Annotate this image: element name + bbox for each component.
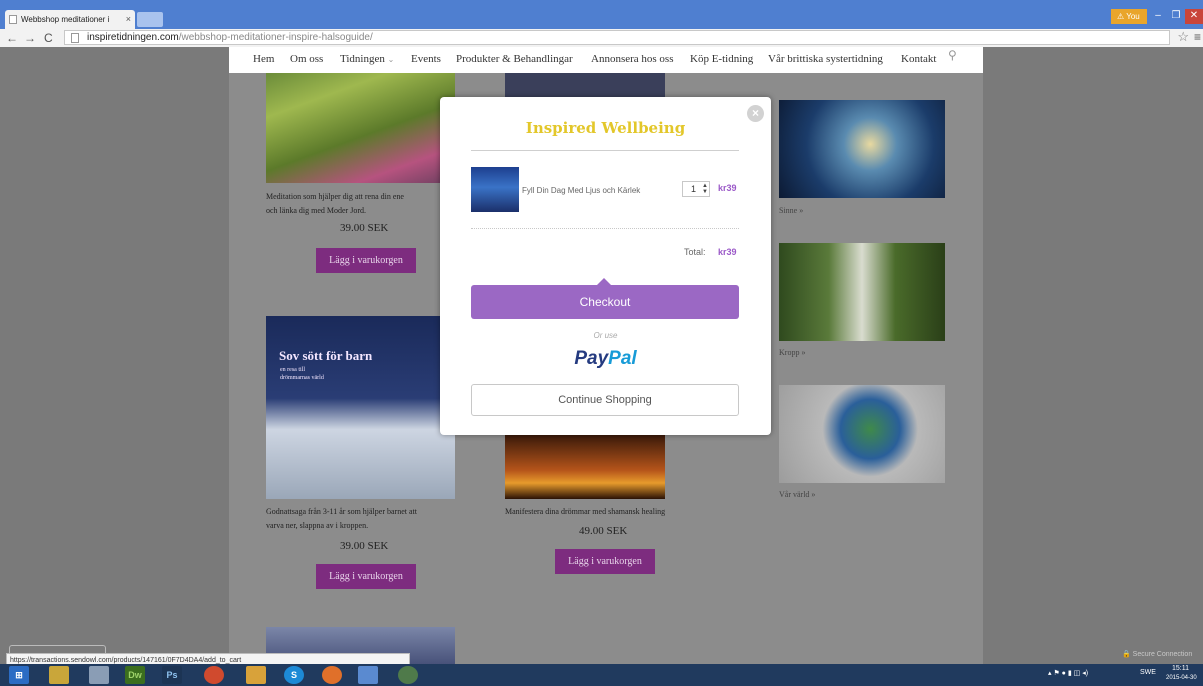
- caption-line: och länka dig med Moder Jord.: [266, 206, 366, 215]
- product-image-shamansk[interactable]: [505, 435, 665, 499]
- app-icon[interactable]: [246, 666, 266, 684]
- quantity-stepper[interactable]: 1 ▲ ▼: [682, 181, 710, 197]
- product-image-sov-sott[interactable]: [266, 316, 455, 499]
- continue-shopping-button[interactable]: Continue Shopping: [471, 384, 739, 416]
- bookmark-star-icon[interactable]: ☆: [1177, 29, 1189, 45]
- windows-start-icon[interactable]: ⊞: [9, 666, 29, 684]
- dreamweaver-icon[interactable]: Dw: [125, 666, 145, 684]
- store-title: Inspired Wellbeing: [525, 119, 686, 137]
- main-navigation: Hem Om oss Tidningen ⌄ Events Produkter …: [229, 47, 983, 73]
- language-indicator[interactable]: SWE: [1140, 669, 1156, 676]
- caption-line: Godnattsaga från 3-11 år som hjälper bar…: [266, 507, 417, 516]
- add-to-cart-button-2[interactable]: Lägg i varukorgen: [316, 564, 416, 589]
- taskbar: ⊞ Dw Ps S ▴ ⚑ ● ▮ ◫ ◂) SWE 15:11 2015-04…: [0, 664, 1203, 686]
- cart-item-price: kr39: [718, 183, 737, 193]
- cart-item-thumbnail: [471, 167, 519, 212]
- clock-date[interactable]: 2015-04-30: [1166, 675, 1197, 681]
- app-icon[interactable]: [358, 666, 378, 684]
- nav-item-tidningen-label: Tidningen: [340, 53, 385, 65]
- forward-arrow-icon[interactable]: →: [24, 30, 36, 46]
- secure-connection-label: 🔒 Secure Connection: [1122, 651, 1193, 658]
- cart-item-name: Fyll Din Dag Med Ljus och Kärlek: [522, 186, 641, 195]
- nav-item-annonsera[interactable]: Annonsera hos oss: [591, 53, 674, 65]
- product-caption-3: Manifestera dina drömmar med shamansk he…: [505, 507, 666, 516]
- skype-icon[interactable]: S: [284, 666, 304, 684]
- caption-line: varva ner, slappna av i kroppen.: [266, 521, 369, 530]
- menu-icon[interactable]: ≡: [1194, 30, 1201, 44]
- paypal-button[interactable]: PayPal: [440, 348, 771, 370]
- search-icon[interactable]: ⚲: [948, 48, 957, 62]
- nav-item-hem[interactable]: Hem: [253, 53, 274, 65]
- user-profile-button[interactable]: ⚠ You: [1111, 9, 1147, 24]
- or-use-label: Or use: [593, 331, 618, 340]
- product-image-top-middle[interactable]: [505, 73, 665, 97]
- restore-icon[interactable]: ❐: [1167, 9, 1185, 24]
- checkout-button[interactable]: Checkout: [471, 285, 739, 319]
- url-field[interactable]: inspiretidningen.com/webbshop-meditation…: [64, 30, 1170, 45]
- tray-icons[interactable]: ▴ ⚑ ● ▮ ◫ ◂): [1048, 669, 1088, 677]
- paypal-logo-pay: Pay: [574, 348, 609, 369]
- divider: [471, 228, 739, 229]
- caption-line: Meditation som hjälper dig att rena din …: [266, 192, 404, 201]
- nav-item-om-oss[interactable]: Om oss: [290, 53, 323, 65]
- category-image-var-varld[interactable]: [779, 385, 945, 483]
- product-caption-1: Meditation som hjälper dig att rena din …: [266, 190, 404, 218]
- category-link-sinne[interactable]: Sinne »: [779, 206, 803, 215]
- category-link-var-varld[interactable]: Vår värld »: [779, 490, 815, 499]
- nav-item-kop-e-tidning[interactable]: Köp E-tidning: [690, 53, 753, 65]
- chevron-down-icon: ⌄: [387, 55, 395, 64]
- nav-item-produkter[interactable]: Produkter & Behandlingar: [456, 53, 573, 65]
- window-close-icon[interactable]: ✕: [1185, 9, 1203, 24]
- app-icon[interactable]: [398, 666, 418, 684]
- product-price-2: 39.00 SEK: [340, 540, 389, 552]
- image-title: Sov sött för barn: [279, 348, 373, 363]
- back-arrow-icon[interactable]: ←: [6, 30, 18, 46]
- category-image-kropp[interactable]: [779, 243, 945, 341]
- quantity-value: 1: [691, 184, 697, 194]
- app-icon[interactable]: [89, 666, 109, 684]
- product-price-3: 49.00 SEK: [579, 525, 628, 537]
- nav-item-brittiska[interactable]: Vår brittiska systertidning: [768, 53, 883, 65]
- user-label: You: [1126, 12, 1140, 21]
- minimize-icon[interactable]: –: [1149, 9, 1167, 24]
- chrome-icon[interactable]: [204, 666, 224, 684]
- paypal-logo-pal: Pal: [608, 348, 637, 369]
- product-image-meditation[interactable]: [266, 73, 455, 183]
- checkout-caret-icon: [597, 278, 611, 285]
- product-caption-2: Godnattsaga från 3-11 år som hjälper bar…: [266, 505, 417, 533]
- photoshop-icon[interactable]: Ps: [162, 666, 182, 684]
- image-subtitle: drömmarnas värld: [280, 375, 324, 381]
- page-info-icon: [71, 33, 79, 43]
- address-bar: ← → C inspiretidningen.com/webbshop-medi…: [0, 29, 1203, 48]
- browser-tab[interactable]: Webbshop meditationer i ×: [5, 10, 135, 29]
- clock-time[interactable]: 15:11: [1172, 665, 1189, 672]
- cart-modal: × Inspired Wellbeing Fyll Din Dag Med Lj…: [440, 97, 771, 435]
- url-path: /webbshop-meditationer-inspire-halsoguid…: [178, 32, 373, 43]
- total-label: Total:: [684, 247, 706, 257]
- add-to-cart-button-3[interactable]: Lägg i varukorgen: [555, 549, 655, 574]
- secure-text: Secure Connection: [1132, 651, 1193, 658]
- total-value: kr39: [718, 247, 737, 257]
- tab-strip: Webbshop meditationer i × ⚠ You – ❐ ✕: [0, 0, 1203, 29]
- product-price-1: 39.00 SEK: [340, 222, 389, 234]
- category-image-sinne[interactable]: [779, 100, 945, 198]
- firefox-icon[interactable]: [322, 666, 342, 684]
- add-to-cart-button-1[interactable]: Lägg i varukorgen: [316, 248, 416, 273]
- page-icon: [9, 15, 17, 24]
- nav-item-events[interactable]: Events: [411, 53, 441, 65]
- file-explorer-icon[interactable]: [49, 666, 69, 684]
- new-tab-button[interactable]: [137, 12, 163, 27]
- tab-title: Webbshop meditationer i: [21, 15, 110, 24]
- reload-icon[interactable]: C: [44, 30, 53, 46]
- image-subtitle: en resa till: [280, 367, 305, 373]
- category-link-kropp[interactable]: Kropp »: [779, 348, 805, 357]
- nav-item-kontakt[interactable]: Kontakt: [901, 53, 936, 65]
- divider: [471, 150, 739, 151]
- nav-item-tidningen[interactable]: Tidningen ⌄: [340, 53, 394, 65]
- stepper-arrows-icon[interactable]: ▲ ▼: [702, 183, 708, 195]
- url-host: inspiretidningen.com: [87, 32, 179, 43]
- tab-close-icon[interactable]: ×: [126, 14, 131, 24]
